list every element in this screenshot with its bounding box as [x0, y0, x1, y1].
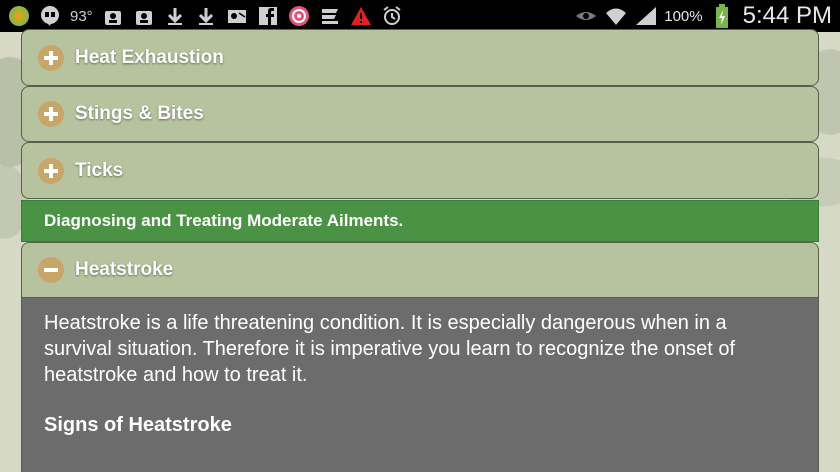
contacts-icon: [102, 5, 124, 27]
section-heat-exhaustion[interactable]: Heat Exhaustion: [21, 29, 819, 86]
clock: 5:44 PM: [742, 2, 832, 29]
hangouts-icon: [39, 5, 61, 27]
facebook-icon: [257, 5, 279, 27]
download-icon: [195, 5, 217, 27]
wifi-icon: [604, 5, 627, 27]
section-content: Heatstroke is a life threatening conditi…: [21, 298, 819, 472]
temperature-text: 93°: [70, 7, 93, 25]
section-stings-bites[interactable]: Stings & Bites: [21, 86, 819, 142]
warning-icon: [350, 5, 372, 27]
outlook-icon: [226, 5, 248, 27]
app-icon: [319, 5, 341, 27]
section-subheading: Signs of Heatstroke: [44, 414, 232, 436]
category-banner: Diagnosing and Treating Moderate Ailment…: [21, 200, 819, 242]
contacts-icon: [133, 5, 155, 27]
section-ticks[interactable]: Ticks: [21, 142, 819, 199]
podcast-icon: [288, 5, 310, 27]
battery-percent: 100%: [664, 7, 703, 25]
collapse-minus-icon: [38, 257, 64, 283]
alarm-icon: [381, 5, 403, 27]
section-label: Heat Exhaustion: [75, 46, 224, 68]
download-icon: [164, 5, 186, 27]
section-label: Stings & Bites: [75, 103, 204, 124]
signal-icon: [634, 5, 657, 27]
section-body-text: Heatstroke is a life threatening conditi…: [44, 312, 736, 386]
battery-charging-icon: [711, 4, 733, 28]
expand-plus-icon: [38, 44, 64, 71]
eye-icon: [574, 5, 597, 27]
section-heatstroke[interactable]: Heatstroke: [21, 242, 819, 298]
section-label: Heatstroke: [75, 259, 174, 280]
expand-plus-icon: [38, 157, 64, 184]
status-bar: 93° 100% 5:44 PM: [0, 0, 840, 32]
expand-plus-icon: [38, 101, 64, 127]
section-label: Ticks: [75, 159, 124, 181]
coin-icon: [8, 5, 30, 27]
